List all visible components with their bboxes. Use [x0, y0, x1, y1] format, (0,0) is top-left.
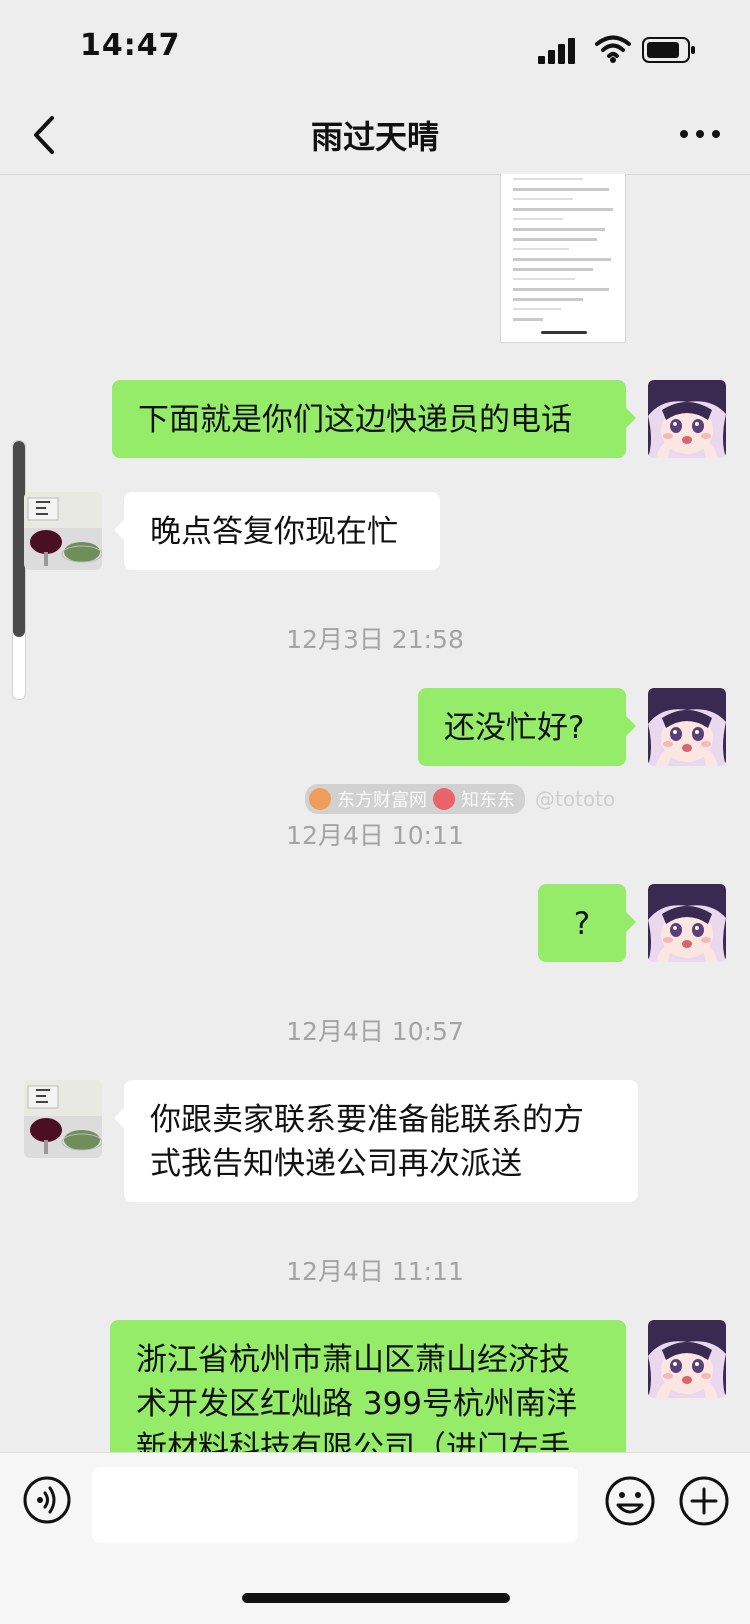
contact-avatar[interactable]: [24, 492, 102, 570]
status-bar: 14:47: [0, 0, 750, 96]
timestamp: 12月4日 10:57: [286, 1017, 464, 1046]
screenshot-image-message[interactable]: [500, 174, 626, 343]
message-received[interactable]: 你跟卖家联系要准备能联系的方 式我告知快递公司再次派送: [114, 1080, 638, 1202]
message-text-line: 式我告知快递公司再次派送: [150, 1146, 522, 1182]
watermark: 东方财富网 知东东 @tototo: [305, 784, 616, 814]
watermark-brand2: 知东东: [461, 790, 515, 811]
scrollbar[interactable]: [12, 440, 26, 700]
signal-icon: [538, 38, 575, 64]
message-received[interactable]: 晚点答复你现在忙: [114, 492, 440, 570]
more-icon[interactable]: [678, 124, 722, 144]
anime-girl-avatar-icon: [648, 688, 726, 766]
contact-avatar[interactable]: [24, 1080, 102, 1158]
brand-logo-icon: [433, 788, 455, 810]
timestamp: 12月4日 10:11: [286, 821, 464, 850]
message-input[interactable]: [92, 1467, 578, 1543]
battery-icon: [642, 37, 695, 63]
timestamp: 12月4日 11:11: [286, 1257, 464, 1286]
my-avatar[interactable]: [648, 380, 726, 458]
status-icons: [538, 34, 698, 64]
message-text: ?: [573, 906, 591, 942]
message-text-line: 浙江省杭州市萧山区萧山经济技: [136, 1342, 570, 1378]
chat-header: 雨过天晴: [0, 96, 750, 175]
wine-photo-avatar-icon: [24, 1080, 102, 1158]
watermark-brand1: 东方财富网: [337, 790, 427, 811]
voice-icon[interactable]: [22, 1475, 72, 1525]
wifi-icon: [595, 35, 631, 63]
brand-logo-icon: [309, 788, 331, 810]
message-text: 晚点答复你现在忙: [150, 514, 398, 550]
anime-girl-avatar-icon: [648, 884, 726, 962]
input-bar: [0, 1452, 750, 1624]
status-time: 14:47: [80, 28, 181, 63]
emoji-icon[interactable]: [604, 1475, 656, 1527]
watermark-handle: @tototo: [535, 787, 616, 811]
message-sent[interactable]: 还没忙好?: [418, 688, 636, 766]
message-text-line: 术开发区红灿路 399号杭州南洋: [136, 1386, 578, 1422]
chat-title: 雨过天晴: [310, 118, 439, 156]
anime-girl-avatar-icon: [648, 380, 726, 458]
message-sent[interactable]: ?: [538, 884, 636, 962]
my-avatar[interactable]: [648, 688, 726, 766]
message-text-line: 你跟卖家联系要准备能联系的方: [150, 1102, 584, 1138]
wine-photo-avatar-icon: [24, 492, 102, 570]
message-sent[interactable]: 下面就是你们这边快递员的电话: [112, 380, 636, 458]
my-avatar[interactable]: [648, 1320, 726, 1398]
my-avatar[interactable]: [648, 884, 726, 962]
message-text: 下面就是你们这边快递员的电话: [138, 402, 572, 438]
message-text: 还没忙好?: [444, 710, 585, 746]
anime-girl-avatar-icon: [648, 1320, 726, 1398]
timestamp: 12月3日 21:58: [286, 625, 464, 654]
plus-icon[interactable]: [678, 1475, 730, 1527]
home-indicator[interactable]: [242, 1593, 510, 1603]
